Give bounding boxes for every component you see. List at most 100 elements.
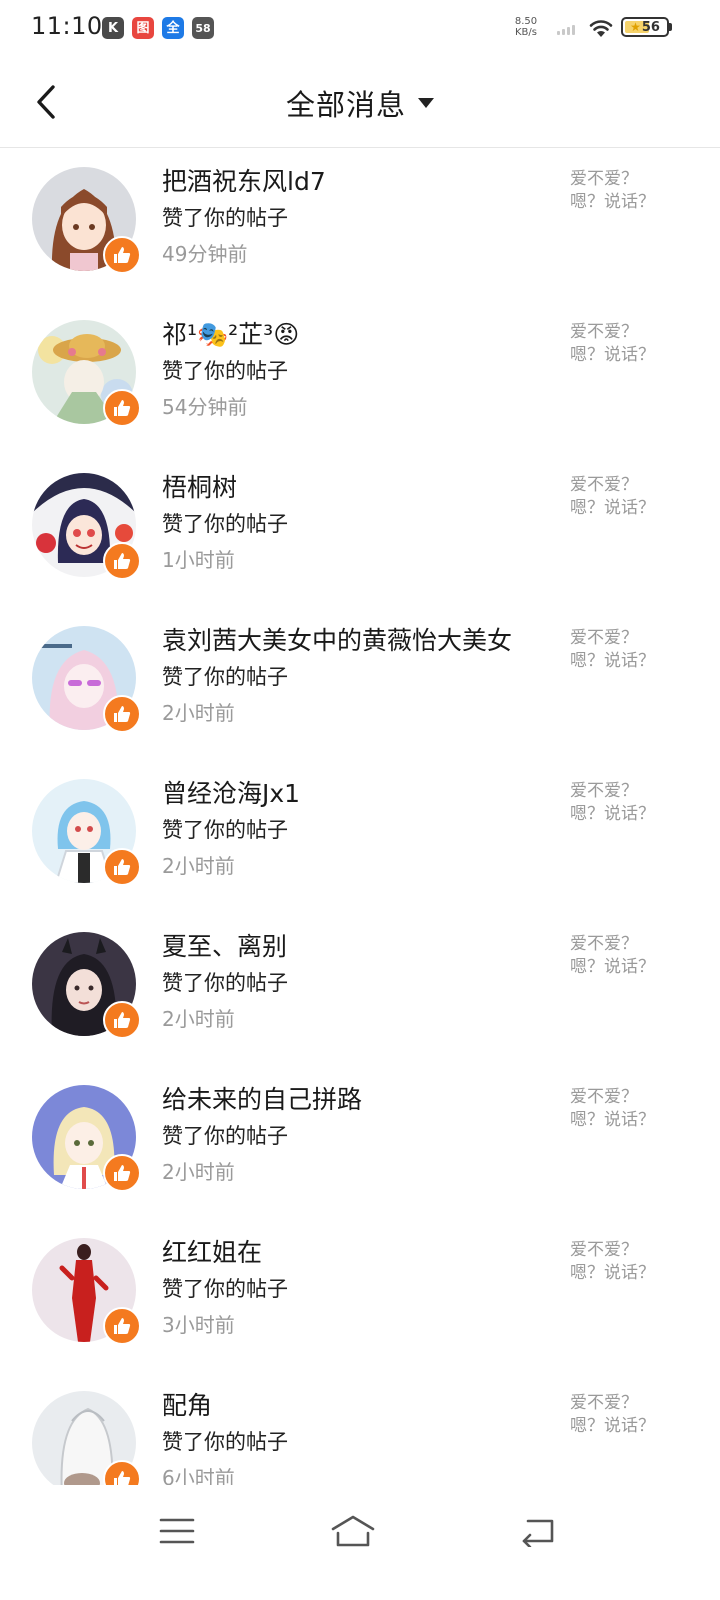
message-item[interactable]: 祁¹🎭²芷³😡 赞了你的帖子 54分钟前 爱不爱？ 嗯？说话？ <box>0 302 720 455</box>
message-content: 祁¹🎭²芷³😡 赞了你的帖子 54分钟前 <box>162 317 557 425</box>
message-content: 曾经沧海Jx1 赞了你的帖子 2小时前 <box>162 776 557 884</box>
message-time: 49分钟前 <box>162 242 248 266</box>
post-snippet-line: 爱不爱？ <box>570 781 638 801</box>
user-name[interactable]: 袁刘茜大美女中的黄薇怡大美女 <box>162 623 557 659</box>
post-snippet-line: 爱不爱？ <box>570 322 638 342</box>
network-speed-value: 8.50 <box>514 16 538 27</box>
user-name[interactable]: 把酒祝东风ld7 <box>162 164 557 200</box>
thumbs-up-icon <box>103 1001 141 1039</box>
user-name[interactable]: 祁¹🎭²芷³😡 <box>162 317 557 353</box>
user-name[interactable]: 红红姐在 <box>162 1235 557 1271</box>
post-snippet-line: 嗯？说话？ <box>570 498 655 518</box>
network-speed: 8.50 KB/s <box>512 16 540 38</box>
thumbs-up-icon <box>103 236 141 274</box>
post-snippet-line: 嗯？说话？ <box>570 1416 655 1436</box>
post-snippet[interactable]: 爱不爱？ 嗯？说话？ <box>570 933 670 979</box>
post-snippet-line: 爱不爱？ <box>570 169 638 189</box>
thumbs-up-icon <box>103 1307 141 1345</box>
signal-icon <box>557 23 575 35</box>
message-time: 6小时前 <box>162 1466 235 1485</box>
message-item[interactable]: 梧桐树 赞了你的帖子 1小时前 爱不爱？ 嗯？说话？ <box>0 455 720 608</box>
post-snippet[interactable]: 爱不爱？ 嗯？说话？ <box>570 1392 670 1438</box>
menu-icon <box>159 1518 195 1544</box>
post-snippet-line: 嗯？说话？ <box>570 651 655 671</box>
post-snippet[interactable]: 爱不爱？ 嗯？说话？ <box>570 780 670 826</box>
message-action: 赞了你的帖子 <box>162 359 288 383</box>
status-bar: 11:10 K 图 全 58 8.50 KB/s ★ 56 <box>0 0 720 56</box>
thumbs-up-icon <box>103 1460 141 1485</box>
nav-menu-button[interactable] <box>147 1507 207 1555</box>
message-time: 2小时前 <box>162 1160 235 1184</box>
nav-home-button[interactable] <box>323 1507 383 1555</box>
post-snippet-line: 爱不爱？ <box>570 1393 638 1413</box>
app-blue-icon: 全 <box>162 17 184 39</box>
post-snippet-line: 嗯？说话？ <box>570 804 655 824</box>
status-app-icons: K 图 全 58 <box>102 17 214 39</box>
message-item[interactable]: 给未来的自己拼路 赞了你的帖子 2小时前 爱不爱？ 嗯？说话？ <box>0 1067 720 1220</box>
thumbs-up-icon <box>103 1154 141 1192</box>
caret-down-icon <box>418 98 434 108</box>
message-action: 赞了你的帖子 <box>162 1277 288 1301</box>
post-snippet[interactable]: 爱不爱？ 嗯？说话？ <box>570 321 670 367</box>
post-snippet[interactable]: 爱不爱？ 嗯？说话？ <box>570 474 670 520</box>
top-bar: 全部消息 <box>0 56 720 148</box>
app-58-icon: 58 <box>192 17 214 39</box>
battery-icon: ★ 56 <box>621 17 669 37</box>
message-action: 赞了你的帖子 <box>162 665 288 689</box>
home-icon <box>331 1515 375 1547</box>
message-item[interactable]: 夏至、离别 赞了你的帖子 2小时前 爱不爱？ 嗯？说话？ <box>0 914 720 1067</box>
message-time: 2小时前 <box>162 854 235 878</box>
post-snippet-line: 爱不爱？ <box>570 475 638 495</box>
message-content: 红红姐在 赞了你的帖子 3小时前 <box>162 1235 557 1343</box>
message-time: 54分钟前 <box>162 395 248 419</box>
battery-level: 56 <box>641 19 660 35</box>
message-content: 配角 赞了你的帖子 6小时前 <box>162 1388 557 1485</box>
message-action: 赞了你的帖子 <box>162 1124 288 1148</box>
battery-cap <box>669 23 672 31</box>
message-content: 夏至、离别 赞了你的帖子 2小时前 <box>162 929 557 1037</box>
post-snippet[interactable]: 爱不爱？ 嗯？说话？ <box>570 1239 670 1285</box>
app-red-icon: 图 <box>132 17 154 39</box>
user-name[interactable]: 梧桐树 <box>162 470 557 506</box>
message-time: 2小时前 <box>162 1007 235 1031</box>
thumbs-up-icon <box>103 542 141 580</box>
message-time: 3小时前 <box>162 1313 235 1337</box>
message-time: 2小时前 <box>162 701 235 725</box>
post-snippet-line: 爱不爱？ <box>570 628 638 648</box>
post-snippet-line: 爱不爱？ <box>570 1087 638 1107</box>
message-filter-dropdown[interactable]: 全部消息 <box>0 82 720 124</box>
message-action: 赞了你的帖子 <box>162 512 288 536</box>
message-item[interactable]: 曾经沧海Jx1 赞了你的帖子 2小时前 爱不爱？ 嗯？说话？ <box>0 761 720 914</box>
message-item[interactable]: 袁刘茜大美女中的黄薇怡大美女 赞了你的帖子 2小时前 爱不爱？ 嗯？说话？ <box>0 608 720 761</box>
post-snippet[interactable]: 爱不爱？ 嗯？说话？ <box>570 627 670 673</box>
app-k-icon: K <box>102 17 124 39</box>
user-name[interactable]: 给未来的自己拼路 <box>162 1082 557 1118</box>
message-time: 1小时前 <box>162 548 235 572</box>
post-snippet-line: 嗯？说话？ <box>570 957 655 977</box>
user-name[interactable]: 曾经沧海Jx1 <box>162 776 557 812</box>
message-item[interactable]: 红红姐在 赞了你的帖子 3小时前 爱不爱？ 嗯？说话？ <box>0 1220 720 1373</box>
message-content: 袁刘茜大美女中的黄薇怡大美女 赞了你的帖子 2小时前 <box>162 623 557 731</box>
message-content: 把酒祝东风ld7 赞了你的帖子 49分钟前 <box>162 164 557 272</box>
network-speed-unit: KB/s <box>515 27 537 38</box>
post-snippet-line: 嗯？说话？ <box>570 1110 655 1130</box>
user-name[interactable]: 夏至、离别 <box>162 929 557 965</box>
message-item[interactable]: 把酒祝东风ld7 赞了你的帖子 49分钟前 爱不爱？ 嗯？说话？ <box>0 149 720 302</box>
post-snippet-line: 嗯？说话？ <box>570 192 655 212</box>
status-time: 11:10 <box>31 12 103 40</box>
message-content: 梧桐树 赞了你的帖子 1小时前 <box>162 470 557 578</box>
post-snippet-line: 爱不爱？ <box>570 1240 638 1260</box>
thumbs-up-icon <box>103 695 141 733</box>
post-snippet[interactable]: 爱不爱？ 嗯？说话？ <box>570 1086 670 1132</box>
message-list: 把酒祝东风ld7 赞了你的帖子 49分钟前 爱不爱？ 嗯？说话？ 祁¹� <box>0 149 720 1485</box>
user-name[interactable]: 配角 <box>162 1388 557 1424</box>
system-nav-bar <box>0 1485 720 1600</box>
post-snippet-line: 爱不爱？ <box>570 934 638 954</box>
message-item[interactable]: 配角 赞了你的帖子 6小时前 爱不爱？ 嗯？说话？ <box>0 1373 720 1485</box>
thumbs-up-icon <box>103 848 141 886</box>
post-snippet-line: 嗯？说话？ <box>570 1263 655 1283</box>
post-snippet[interactable]: 爱不爱？ 嗯？说话？ <box>570 168 670 214</box>
message-action: 赞了你的帖子 <box>162 971 288 995</box>
thumbs-up-icon <box>103 389 141 427</box>
nav-back-button[interactable] <box>508 1507 568 1555</box>
